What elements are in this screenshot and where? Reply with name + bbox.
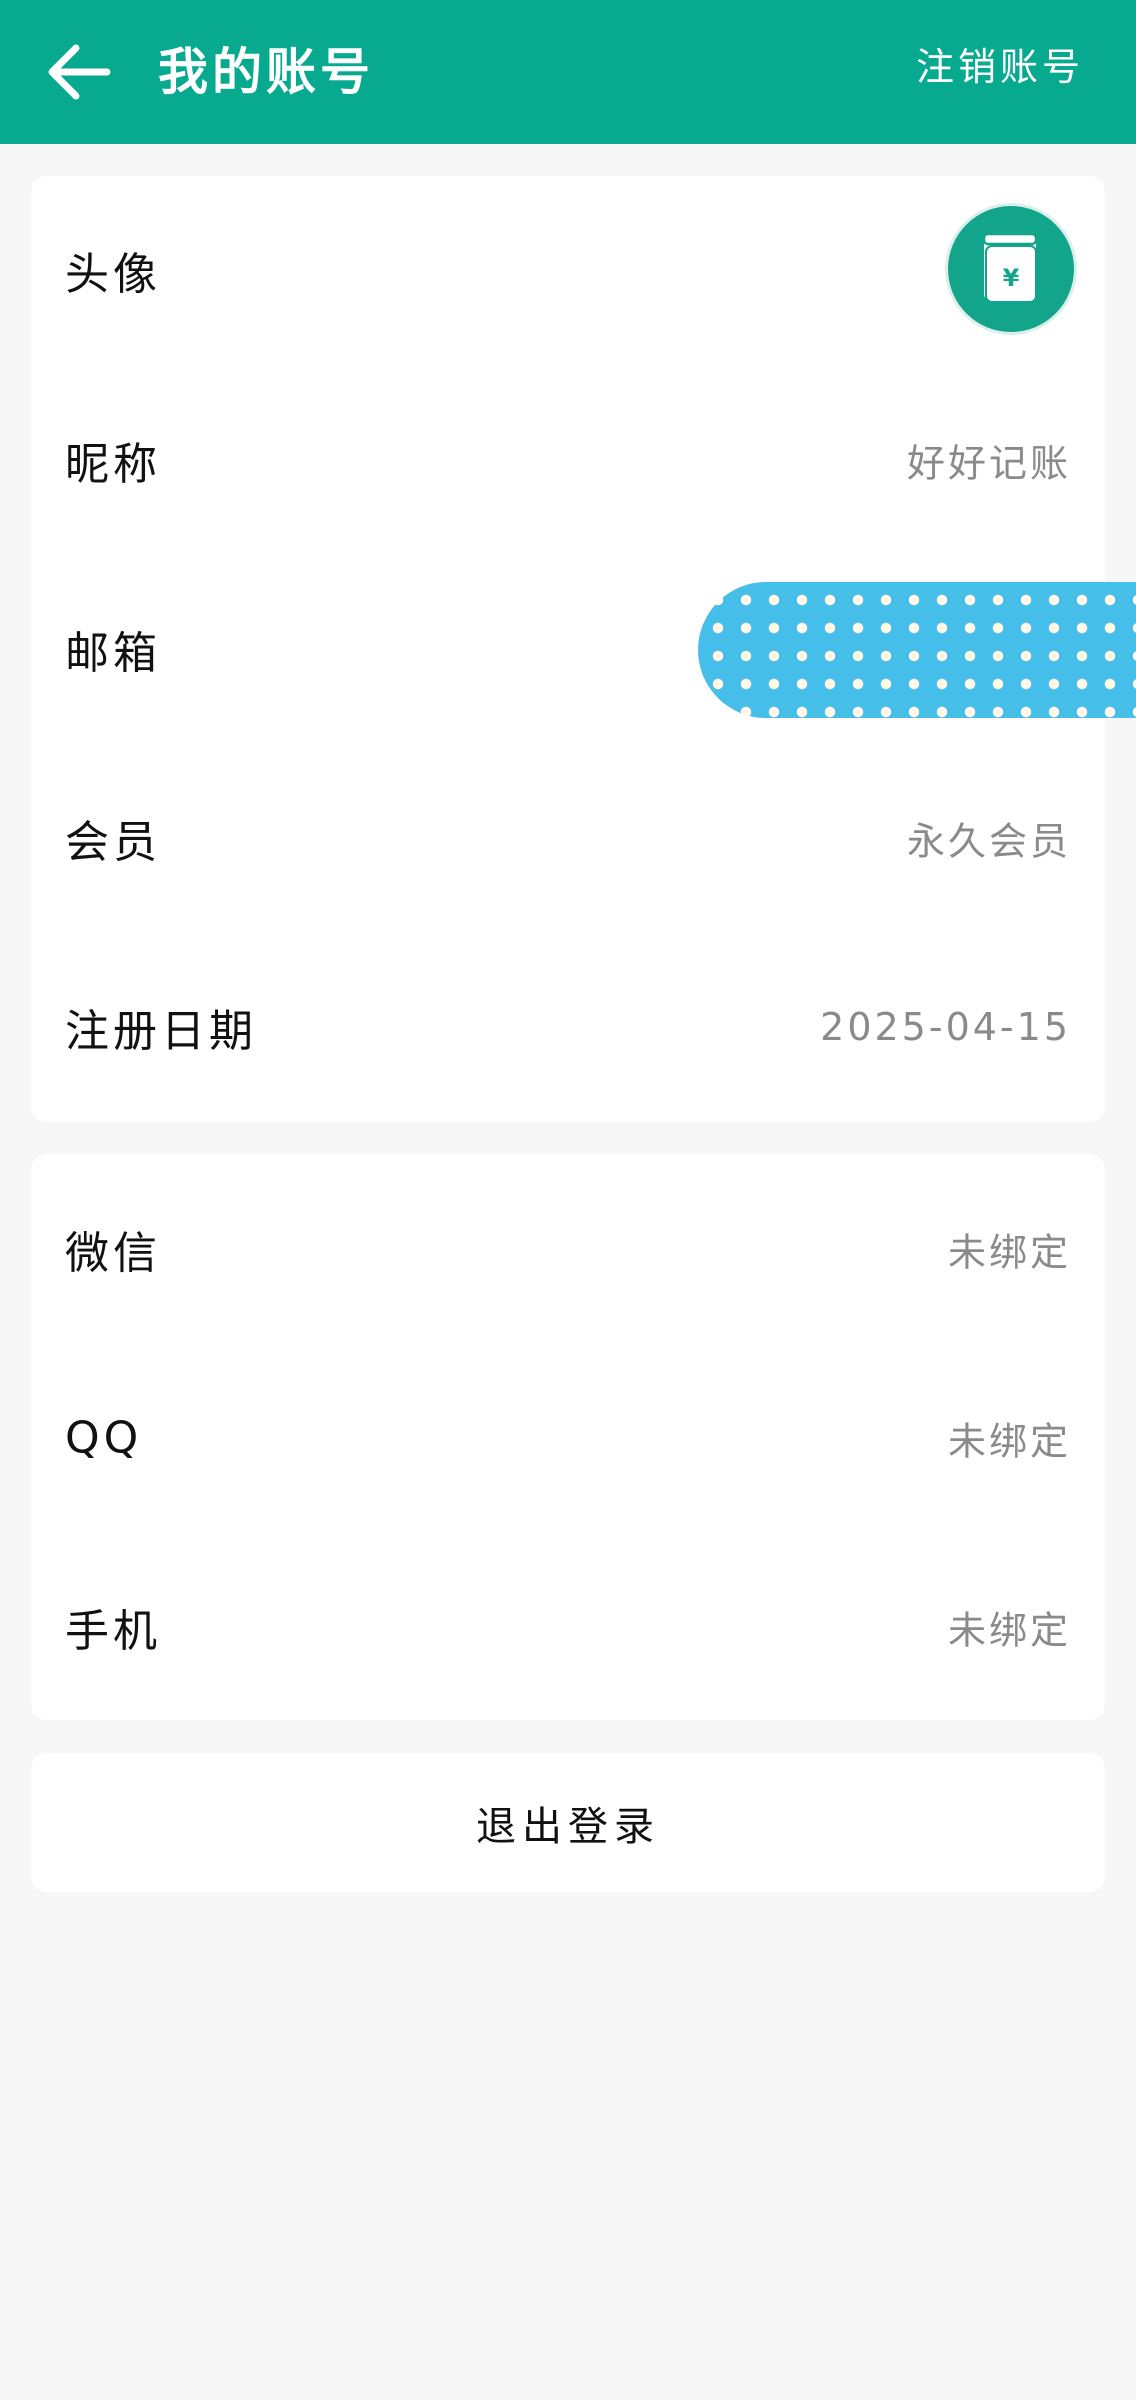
email-label: 邮箱 (65, 627, 161, 679)
qq-row[interactable]: QQ 未绑定 (31, 1343, 1105, 1532)
phone-row[interactable]: 手机 未绑定 (31, 1532, 1105, 1720)
register-date-row: 注册日期 2025-04-15 (31, 932, 1105, 1121)
floating-side-tab[interactable] (698, 582, 1136, 718)
wechat-row[interactable]: 微信 未绑定 (31, 1154, 1105, 1343)
phone-value: 未绑定 (947, 1608, 1071, 1652)
membership-label: 会员 (65, 816, 161, 868)
membership-value: 永久会员 (906, 819, 1071, 863)
back-button[interactable] (40, 34, 116, 110)
qq-value: 未绑定 (947, 1419, 1071, 1463)
avatar[interactable]: ¥ (948, 206, 1074, 332)
wechat-value: 未绑定 (947, 1230, 1071, 1274)
membership-row[interactable]: 会员 永久会员 (31, 743, 1105, 932)
page-title: 我的账号 (158, 43, 374, 101)
logout-button[interactable]: 退出登录 (31, 1753, 1105, 1892)
arrow-left-icon (48, 44, 111, 100)
nickname-row[interactable]: 昵称 好好记账 (31, 365, 1105, 554)
wechat-label: 微信 (65, 1227, 161, 1279)
nickname-value: 好好记账 (906, 441, 1071, 485)
ledger-book-yen-icon: ¥ (982, 232, 1038, 303)
register-date-label: 注册日期 (65, 1005, 257, 1057)
logout-card: 退出登录 (31, 1753, 1105, 1892)
bindings-card: 微信 未绑定 QQ 未绑定 手机 未绑定 (31, 1154, 1105, 1720)
cancel-account-button[interactable]: 注销账号 (916, 0, 1084, 144)
avatar-label: 头像 (65, 249, 161, 300)
register-date-value: 2025-04-15 (820, 1004, 1071, 1049)
qq-label: QQ (65, 1412, 143, 1463)
avatar-row[interactable]: 头像 ¥ (31, 176, 1105, 365)
phone-label: 手机 (65, 1605, 161, 1657)
top-app-bar: 我的账号 注销账号 (0, 0, 1136, 144)
nickname-label: 昵称 (65, 438, 161, 490)
svg-text:¥: ¥ (1003, 264, 1020, 292)
